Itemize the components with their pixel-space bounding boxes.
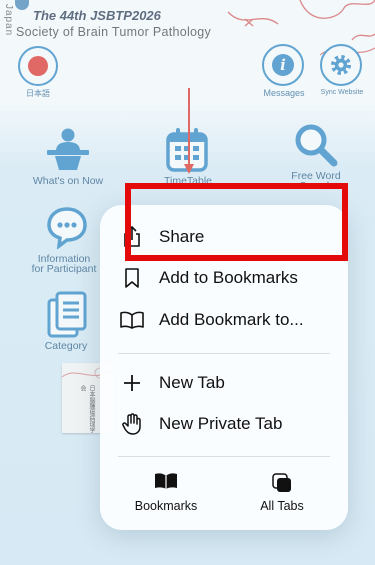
hand-icon <box>120 412 144 436</box>
annotation-highlight-box <box>125 183 348 261</box>
menu-item-new-tab[interactable]: New Tab <box>100 363 348 403</box>
menu-item-add-to-bookmarks[interactable]: Add to Bookmarks <box>100 258 348 298</box>
tabs-icon <box>227 473 337 493</box>
menu-item-label: New Private Tab <box>159 414 283 433</box>
menu-divider <box>118 456 330 457</box>
menu-item-label: New Tab <box>159 373 225 392</box>
bookmarks-book-icon <box>111 473 221 493</box>
menu-item-label: Add to Bookmarks <box>159 268 298 287</box>
plus-icon <box>120 371 144 395</box>
all-tabs-button[interactable]: All Tabs <box>227 473 337 517</box>
menu-item-label: Add Bookmark to... <box>159 310 304 329</box>
menu-divider <box>118 353 330 354</box>
bookmarks-button[interactable]: Bookmarks <box>111 473 221 517</box>
bookmark-icon <box>120 266 144 290</box>
bookmarks-label: Bookmarks <box>134 499 198 513</box>
book-icon <box>120 308 144 332</box>
menu-item-new-private-tab[interactable]: New Private Tab <box>100 404 348 444</box>
menu-item-add-bookmark-to[interactable]: Add Bookmark to... <box>100 300 348 340</box>
all-tabs-label: All Tabs <box>260 499 304 513</box>
